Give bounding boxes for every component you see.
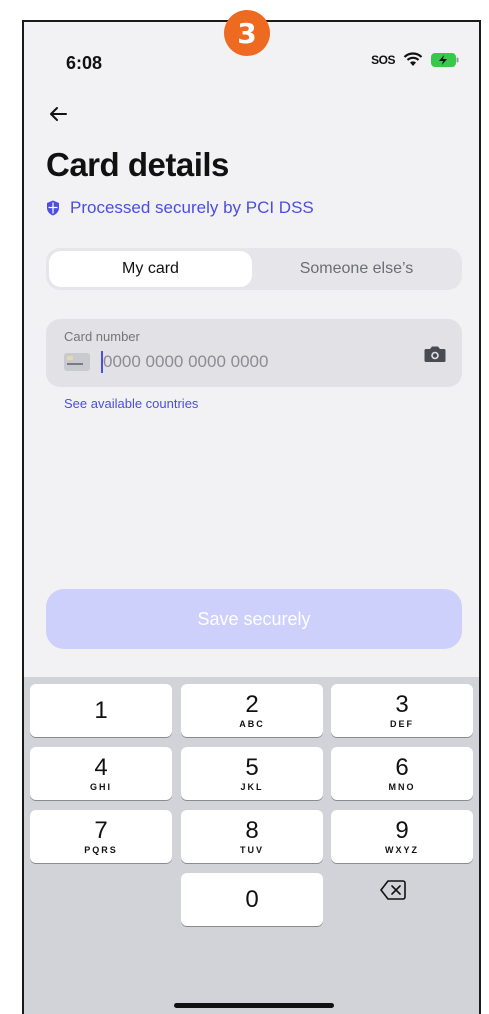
tab-my-card[interactable]: My card	[49, 251, 252, 287]
card-number-label: Card number	[64, 329, 140, 344]
numeric-keypad: 1 2 ABC 3 DEF 4 GHI 5 JKL 6 MNO 7 PQRS 8…	[24, 677, 479, 1014]
key-digit: 0	[245, 885, 259, 913]
key-9[interactable]: 9 WXYZ	[331, 810, 473, 863]
status-time: 6:08	[66, 53, 103, 73]
key-letters: DEF	[390, 718, 414, 729]
credit-card-icon	[64, 353, 90, 371]
key-digit: 2	[245, 690, 259, 718]
key-digit: 8	[245, 816, 259, 844]
key-5[interactable]: 5 JKL	[181, 747, 323, 800]
key-letters: ABC	[239, 718, 265, 729]
key-letters: GHI	[89, 781, 112, 792]
step-badge: 3	[224, 10, 270, 56]
shield-icon	[47, 200, 59, 216]
key-8[interactable]: 8 TUV	[181, 810, 323, 863]
key-1[interactable]: 1	[30, 684, 172, 737]
key-digit: 5	[245, 753, 259, 781]
key-letters: TUV	[240, 844, 264, 855]
key-digit: 7	[94, 816, 108, 844]
key-4[interactable]: 4 GHI	[30, 747, 172, 800]
key-0[interactable]: 0	[181, 873, 323, 926]
key-2[interactable]: 2 ABC	[181, 684, 323, 737]
home-indicator	[174, 1003, 334, 1008]
see-available-countries-link[interactable]: See available countries	[64, 396, 198, 411]
card-number-input[interactable]: 0000 0000 0000 0000	[103, 352, 268, 372]
camera-icon[interactable]	[424, 345, 446, 363]
key-3[interactable]: 3 DEF	[331, 684, 473, 737]
key-digit: 1	[94, 696, 108, 724]
key-digit: 6	[395, 753, 409, 781]
key-6[interactable]: 6 MNO	[331, 747, 473, 800]
back-arrow-icon[interactable]	[46, 102, 70, 126]
key-digit: 9	[395, 816, 409, 844]
sos-indicator: SOS	[371, 52, 395, 67]
pci-secure-notice: Processed securely by PCI DSS	[46, 198, 314, 218]
battery-charging-icon	[431, 52, 459, 67]
key-7[interactable]: 7 PQRS	[30, 810, 172, 863]
key-digit: 4	[94, 753, 108, 781]
key-digit: 3	[395, 690, 409, 718]
status-icons: SOS	[371, 52, 459, 67]
key-letters: MNO	[388, 781, 416, 792]
card-owner-toggle: My card Someone else’s	[46, 248, 462, 290]
secure-text: Processed securely by PCI DSS	[70, 198, 314, 217]
wifi-icon	[403, 52, 423, 66]
save-securely-button[interactable]: Save securely	[46, 589, 462, 649]
key-letters: PQRS	[84, 844, 118, 855]
key-letters: JKL	[240, 781, 264, 792]
phone-screen: 6:08 SOS Card details Processed securely…	[22, 20, 481, 1014]
key-letters: WXYZ	[385, 844, 419, 855]
page-title: Card details	[46, 146, 229, 183]
delete-icon[interactable]	[380, 880, 406, 900]
card-number-field[interactable]: Card number 0000 0000 0000 0000	[46, 319, 462, 387]
tab-someone-elses[interactable]: Someone else’s	[254, 251, 459, 287]
